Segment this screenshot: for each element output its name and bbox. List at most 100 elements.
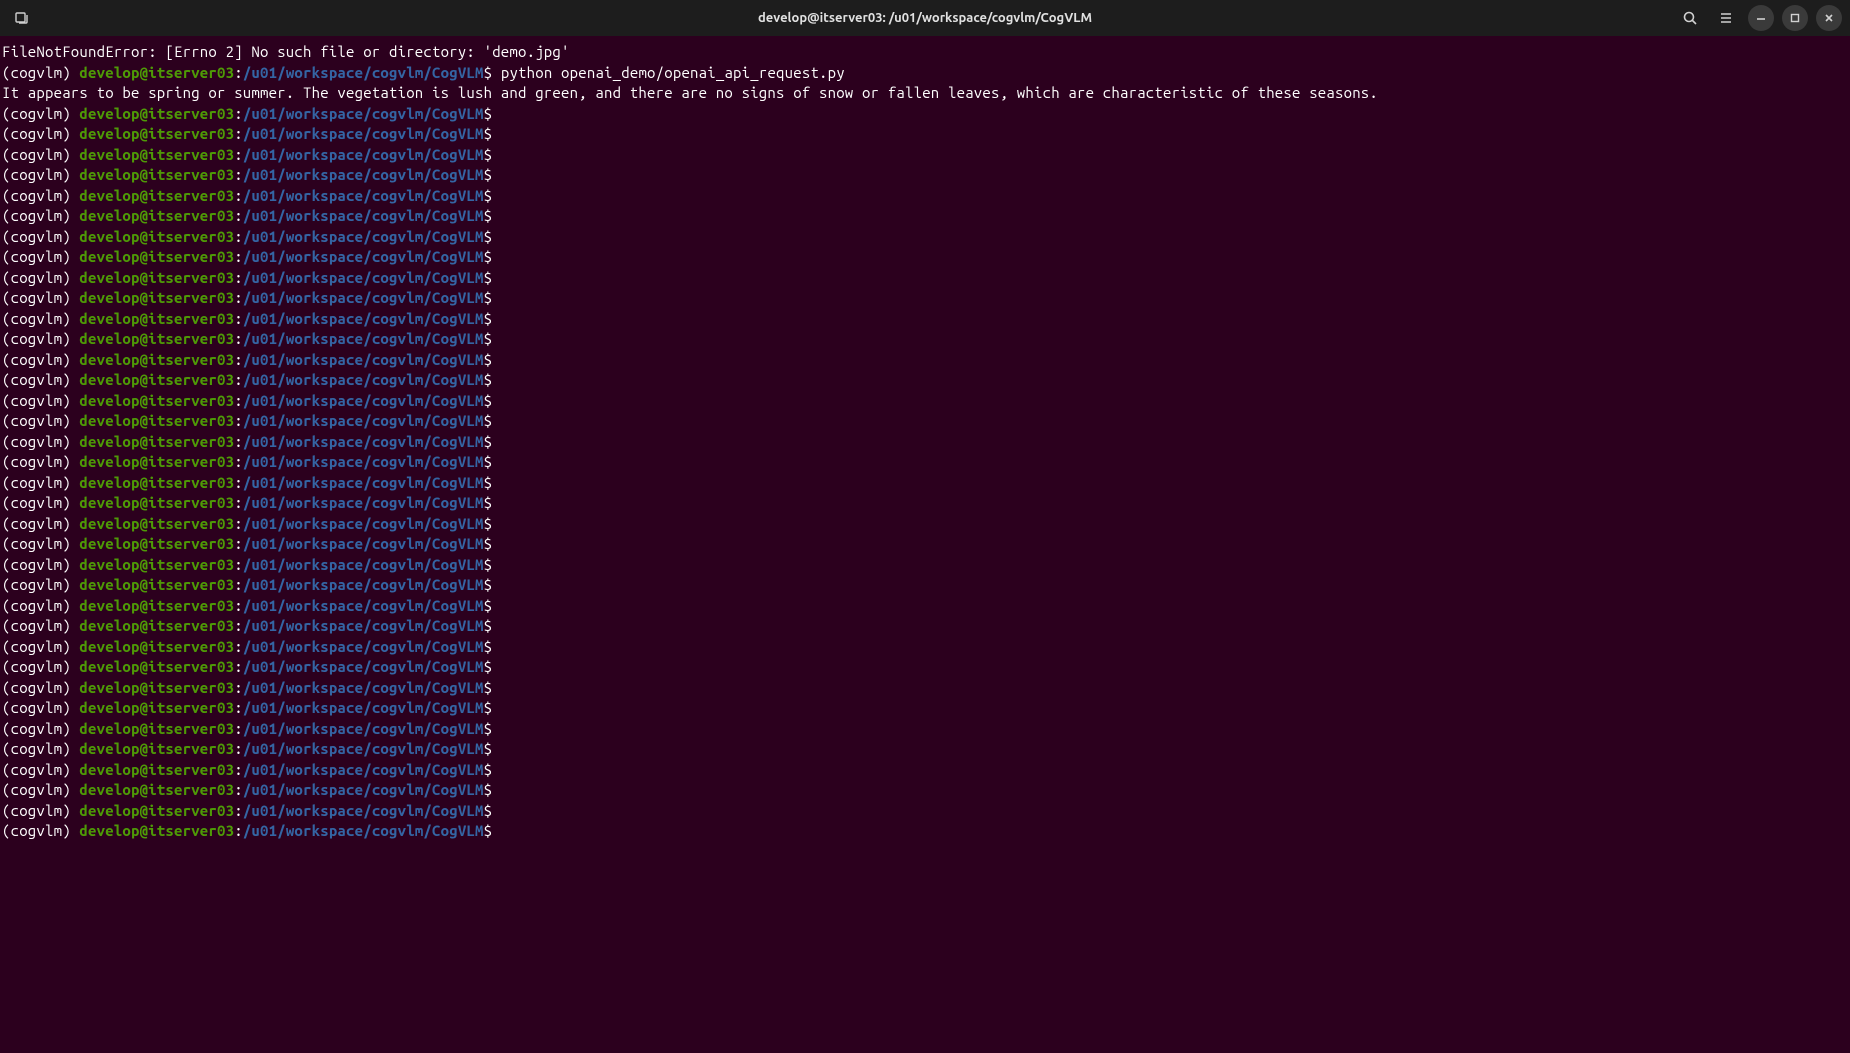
prompt-colon: : (234, 781, 243, 798)
prompt-path: /u01/workspace/cogvlm/CogVLM (243, 679, 484, 696)
error-output: FileNotFoundError: [Errno 2] No such fil… (2, 43, 570, 60)
prompt-userhost: develop@itserver03 (79, 494, 234, 511)
prompt-colon: : (234, 474, 243, 491)
prompt-dollar: $ (484, 64, 493, 81)
prompt-dollar: $ (484, 720, 493, 737)
terminal-line: (cogvlm) develop@itserver03:/u01/workspa… (2, 411, 1848, 432)
prompt-colon: : (234, 228, 243, 245)
terminal-line: (cogvlm) develop@itserver03:/u01/workspa… (2, 657, 1848, 678)
empty-command (492, 228, 501, 245)
terminal-line: (cogvlm) develop@itserver03:/u01/workspa… (2, 370, 1848, 391)
prompt-colon: : (234, 494, 243, 511)
prompt-colon: : (234, 310, 243, 327)
prompt-dollar: $ (484, 146, 493, 163)
terminal-line: (cogvlm) develop@itserver03:/u01/workspa… (2, 616, 1848, 637)
prompt-userhost: develop@itserver03 (79, 679, 234, 696)
prompt-userhost: develop@itserver03 (79, 781, 234, 798)
terminal-line: (cogvlm) develop@itserver03:/u01/workspa… (2, 534, 1848, 555)
prompt-path: /u01/workspace/cogvlm/CogVLM (243, 597, 484, 614)
prompt-dollar: $ (484, 515, 493, 532)
prompt-env: (cogvlm) (2, 535, 79, 552)
prompt-dollar: $ (484, 638, 493, 655)
new-tab-button[interactable] (8, 4, 36, 32)
prompt-colon: : (234, 658, 243, 675)
prompt-userhost: develop@itserver03 (79, 617, 234, 634)
prompt-userhost: develop@itserver03 (79, 269, 234, 286)
prompt-colon: : (234, 187, 243, 204)
prompt-userhost: develop@itserver03 (79, 638, 234, 655)
prompt-userhost: develop@itserver03 (79, 474, 234, 491)
prompt-colon: : (234, 105, 243, 122)
prompt-path: /u01/workspace/cogvlm/CogVLM (243, 617, 484, 634)
prompt-path: /u01/workspace/cogvlm/CogVLM (243, 64, 484, 81)
search-button[interactable] (1676, 4, 1704, 32)
prompt-path: /u01/workspace/cogvlm/CogVLM (243, 146, 484, 163)
prompt-path: /u01/workspace/cogvlm/CogVLM (243, 433, 484, 450)
prompt-dollar: $ (484, 535, 493, 552)
prompt-dollar: $ (484, 371, 493, 388)
prompt-path: /u01/workspace/cogvlm/CogVLM (243, 248, 484, 265)
empty-command (492, 330, 501, 347)
prompt-colon: : (234, 125, 243, 142)
prompt-dollar: $ (484, 166, 493, 183)
prompt-env: (cogvlm) (2, 453, 79, 470)
prompt-dollar: $ (484, 474, 493, 491)
terminal-line: (cogvlm) develop@itserver03:/u01/workspa… (2, 719, 1848, 740)
prompt-colon: : (234, 638, 243, 655)
prompt-path: /u01/workspace/cogvlm/CogVLM (243, 412, 484, 429)
minimize-button[interactable] (1748, 5, 1774, 31)
command-text: python openai_demo/openai_api_request.py (492, 64, 845, 81)
prompt-dollar: $ (484, 269, 493, 286)
prompt-dollar: $ (484, 597, 493, 614)
prompt-path: /u01/workspace/cogvlm/CogVLM (243, 781, 484, 798)
prompt-path: /u01/workspace/cogvlm/CogVLM (243, 740, 484, 757)
prompt-dollar: $ (484, 761, 493, 778)
menu-button[interactable] (1712, 4, 1740, 32)
terminal-area[interactable]: FileNotFoundError: [Errno 2] No such fil… (0, 36, 1850, 848)
prompt-userhost: develop@itserver03 (79, 535, 234, 552)
prompt-colon: : (234, 289, 243, 306)
prompt-userhost: develop@itserver03 (79, 433, 234, 450)
prompt-dollar: $ (484, 494, 493, 511)
prompt-userhost: develop@itserver03 (79, 822, 234, 839)
prompt-userhost: develop@itserver03 (79, 166, 234, 183)
prompt-colon: : (234, 720, 243, 737)
window-title: develop@itserver03: /u01/workspace/cogvl… (758, 11, 1092, 25)
prompt-colon: : (234, 535, 243, 552)
prompt-colon: : (234, 453, 243, 470)
prompt-colon: : (234, 822, 243, 839)
prompt-dollar: $ (484, 576, 493, 593)
empty-command (492, 556, 501, 573)
prompt-colon: : (234, 556, 243, 573)
empty-command (492, 638, 501, 655)
terminal-line: (cogvlm) develop@itserver03:/u01/workspa… (2, 206, 1848, 227)
prompt-userhost: develop@itserver03 (79, 207, 234, 224)
prompt-env: (cogvlm) (2, 125, 79, 142)
terminal-line: (cogvlm) develop@itserver03:/u01/workspa… (2, 760, 1848, 781)
terminal-line: (cogvlm) develop@itserver03:/u01/workspa… (2, 596, 1848, 617)
prompt-path: /u01/workspace/cogvlm/CogVLM (243, 658, 484, 675)
prompt-dollar: $ (484, 105, 493, 122)
maximize-button[interactable] (1782, 5, 1808, 31)
empty-command (492, 720, 501, 737)
prompt-env: (cogvlm) (2, 392, 79, 409)
prompt-env: (cogvlm) (2, 166, 79, 183)
prompt-userhost: develop@itserver03 (79, 556, 234, 573)
prompt-env: (cogvlm) (2, 433, 79, 450)
prompt-env: (cogvlm) (2, 802, 79, 819)
empty-command (492, 146, 501, 163)
close-button[interactable] (1816, 5, 1842, 31)
terminal-line: (cogvlm) develop@itserver03:/u01/workspa… (2, 63, 1848, 84)
terminal-line: (cogvlm) develop@itserver03:/u01/workspa… (2, 145, 1848, 166)
terminal-line: (cogvlm) develop@itserver03:/u01/workspa… (2, 678, 1848, 699)
prompt-env: (cogvlm) (2, 105, 79, 122)
prompt-userhost: develop@itserver03 (79, 720, 234, 737)
prompt-path: /u01/workspace/cogvlm/CogVLM (243, 351, 484, 368)
prompt-colon: : (234, 761, 243, 778)
prompt-path: /u01/workspace/cogvlm/CogVLM (243, 371, 484, 388)
prompt-colon: : (234, 166, 243, 183)
prompt-dollar: $ (484, 822, 493, 839)
terminal-line: It appears to be spring or summer. The v… (2, 83, 1848, 104)
prompt-userhost: develop@itserver03 (79, 146, 234, 163)
prompt-path: /u01/workspace/cogvlm/CogVLM (243, 802, 484, 819)
